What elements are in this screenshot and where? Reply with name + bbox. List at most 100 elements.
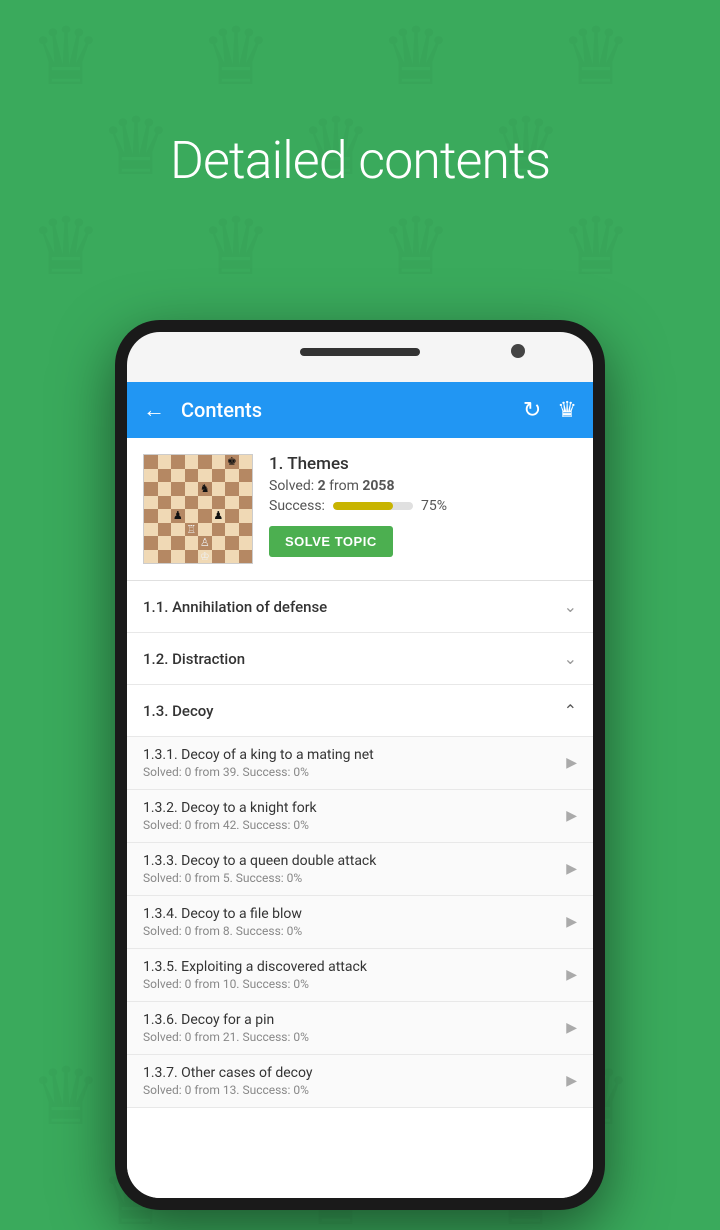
crown-bg-9: ♛ <box>200 200 272 294</box>
cell <box>171 496 185 510</box>
sub-item-1-3-2[interactable]: 1.3.2. Decoy to a knight fork Solved: 0 … <box>127 790 593 843</box>
sub-item-1-3-6-content: 1.3.6. Decoy for a pin Solved: 0 from 21… <box>143 1012 566 1044</box>
cell: ♟ <box>171 509 185 523</box>
sub-item-1-3-5-arrow: ▶ <box>566 967 577 983</box>
sub-item-1-3-4-meta: Solved: 0 from 8. Success: 0% <box>143 924 566 938</box>
crown-bg-1: ♛ <box>30 10 102 104</box>
phone-frame: ← Contents ↻ ♛ ♚ <box>115 320 605 1210</box>
cell <box>185 550 199 564</box>
sub-item-1-3-7[interactable]: 1.3.7. Other cases of decoy Solved: 0 fr… <box>127 1055 593 1108</box>
sub-item-1-3-2-arrow: ▶ <box>566 808 577 824</box>
cell <box>158 509 172 523</box>
cell <box>185 509 199 523</box>
sub-item-1-3-7-meta: Solved: 0 from 13. Success: 0% <box>143 1083 566 1097</box>
sub-item-1-3-4-arrow: ▶ <box>566 914 577 930</box>
cell <box>239 550 253 564</box>
cell <box>198 455 212 469</box>
cell: ♖ <box>185 523 199 537</box>
cell <box>225 536 239 550</box>
sub-item-1-3-6-title: 1.3.6. Decoy for a pin <box>143 1012 566 1028</box>
cell <box>185 482 199 496</box>
back-button[interactable]: ← <box>143 397 165 423</box>
phone-camera <box>511 344 525 358</box>
sub-item-1-3-2-title: 1.3.2. Decoy to a knight fork <box>143 800 566 816</box>
cell <box>225 469 239 483</box>
cell <box>171 482 185 496</box>
cell <box>144 523 158 537</box>
cell <box>144 469 158 483</box>
cell <box>239 496 253 510</box>
cell <box>225 550 239 564</box>
refresh-icon[interactable]: ↻ <box>523 398 541 423</box>
sub-item-1-3-6-arrow: ▶ <box>566 1020 577 1036</box>
section-1-1[interactable]: 1.1. Annihilation of defense ⌄ <box>127 581 593 633</box>
sub-item-1-3-1[interactable]: 1.3.1. Decoy of a king to a mating net S… <box>127 737 593 790</box>
sub-item-1-3-2-meta: Solved: 0 from 42. Success: 0% <box>143 818 566 832</box>
sub-item-1-3-3-title: 1.3.3. Decoy to a queen double attack <box>143 853 566 869</box>
chess-board-thumbnail: ♚ ♞ <box>143 454 253 564</box>
app-bar-title: Contents <box>181 398 523 422</box>
cell <box>212 469 226 483</box>
sub-item-1-3-4-title: 1.3.4. Decoy to a file blow <box>143 906 566 922</box>
cell <box>225 509 239 523</box>
sub-item-1-3-5-meta: Solved: 0 from 10. Success: 0% <box>143 977 566 991</box>
crown-bg-3: ♛ <box>380 10 452 104</box>
cell <box>239 469 253 483</box>
section-1-1-label: 1.1. Annihilation of defense <box>143 598 564 616</box>
sub-item-1-3-3-meta: Solved: 0 from 5. Success: 0% <box>143 871 566 885</box>
cell <box>185 469 199 483</box>
sub-item-1-3-6[interactable]: 1.3.6. Decoy for a pin Solved: 0 from 21… <box>127 1002 593 1055</box>
cell <box>212 523 226 537</box>
sub-item-1-3-7-arrow: ▶ <box>566 1073 577 1089</box>
cell <box>185 536 199 550</box>
sub-item-1-3-1-arrow: ▶ <box>566 755 577 771</box>
cell <box>212 455 226 469</box>
butterfly-icon[interactable]: ♛ <box>557 398 577 423</box>
cell <box>158 536 172 550</box>
solved-total: 2058 <box>362 478 394 494</box>
sub-item-1-3-4[interactable]: 1.3.4. Decoy to a file blow Solved: 0 fr… <box>127 896 593 949</box>
cell <box>225 523 239 537</box>
cell <box>144 509 158 523</box>
cell: ♚ <box>225 455 239 469</box>
app-bar: ← Contents ↻ ♛ <box>127 382 593 438</box>
cell <box>198 523 212 537</box>
success-label: Success: <box>269 498 325 514</box>
sub-item-1-3-1-meta: Solved: 0 from 39. Success: 0% <box>143 765 566 779</box>
crown-bg-11: ♛ <box>560 200 632 294</box>
cell <box>144 550 158 564</box>
cell <box>225 496 239 510</box>
cell <box>185 455 199 469</box>
topic-success-row: Success: 75% <box>269 498 577 514</box>
phone-screen: ← Contents ↻ ♛ ♚ <box>127 332 593 1198</box>
sub-item-1-3-1-title: 1.3.1. Decoy of a king to a mating net <box>143 747 566 763</box>
cell <box>198 509 212 523</box>
sub-item-1-3-4-content: 1.3.4. Decoy to a file blow Solved: 0 fr… <box>143 906 566 938</box>
cell: ♙ <box>198 536 212 550</box>
cell: ♟ <box>212 509 226 523</box>
page-title: Detailed contents <box>0 130 720 191</box>
cell <box>212 550 226 564</box>
cell <box>144 496 158 510</box>
crown-bg-8: ♛ <box>30 200 102 294</box>
cell <box>144 536 158 550</box>
sub-item-1-3-5-title: 1.3.5. Exploiting a discovered attack <box>143 959 566 975</box>
sub-item-1-3-1-content: 1.3.1. Decoy of a king to a mating net S… <box>143 747 566 779</box>
crown-bg-12: ♛ <box>30 1050 102 1144</box>
cell <box>158 482 172 496</box>
cell <box>171 455 185 469</box>
topic-header: ♚ ♞ <box>127 438 593 581</box>
cell <box>239 509 253 523</box>
section-1-2[interactable]: 1.2. Distraction ⌄ <box>127 633 593 685</box>
sub-item-1-3-3[interactable]: 1.3.3. Decoy to a queen double attack So… <box>127 843 593 896</box>
sub-item-1-3-7-content: 1.3.7. Other cases of decoy Solved: 0 fr… <box>143 1065 566 1097</box>
sub-item-1-3-5[interactable]: 1.3.5. Exploiting a discovered attack So… <box>127 949 593 1002</box>
section-1-3-chevron: ⌃ <box>564 701 577 720</box>
solved-prefix: Solved: <box>269 478 318 494</box>
solve-topic-button[interactable]: SOLVE TOPIC <box>269 526 393 557</box>
cell <box>239 523 253 537</box>
cell <box>239 536 253 550</box>
cell <box>225 482 239 496</box>
crown-bg-10: ♛ <box>380 200 452 294</box>
section-1-3[interactable]: 1.3. Decoy ⌃ <box>127 685 593 737</box>
